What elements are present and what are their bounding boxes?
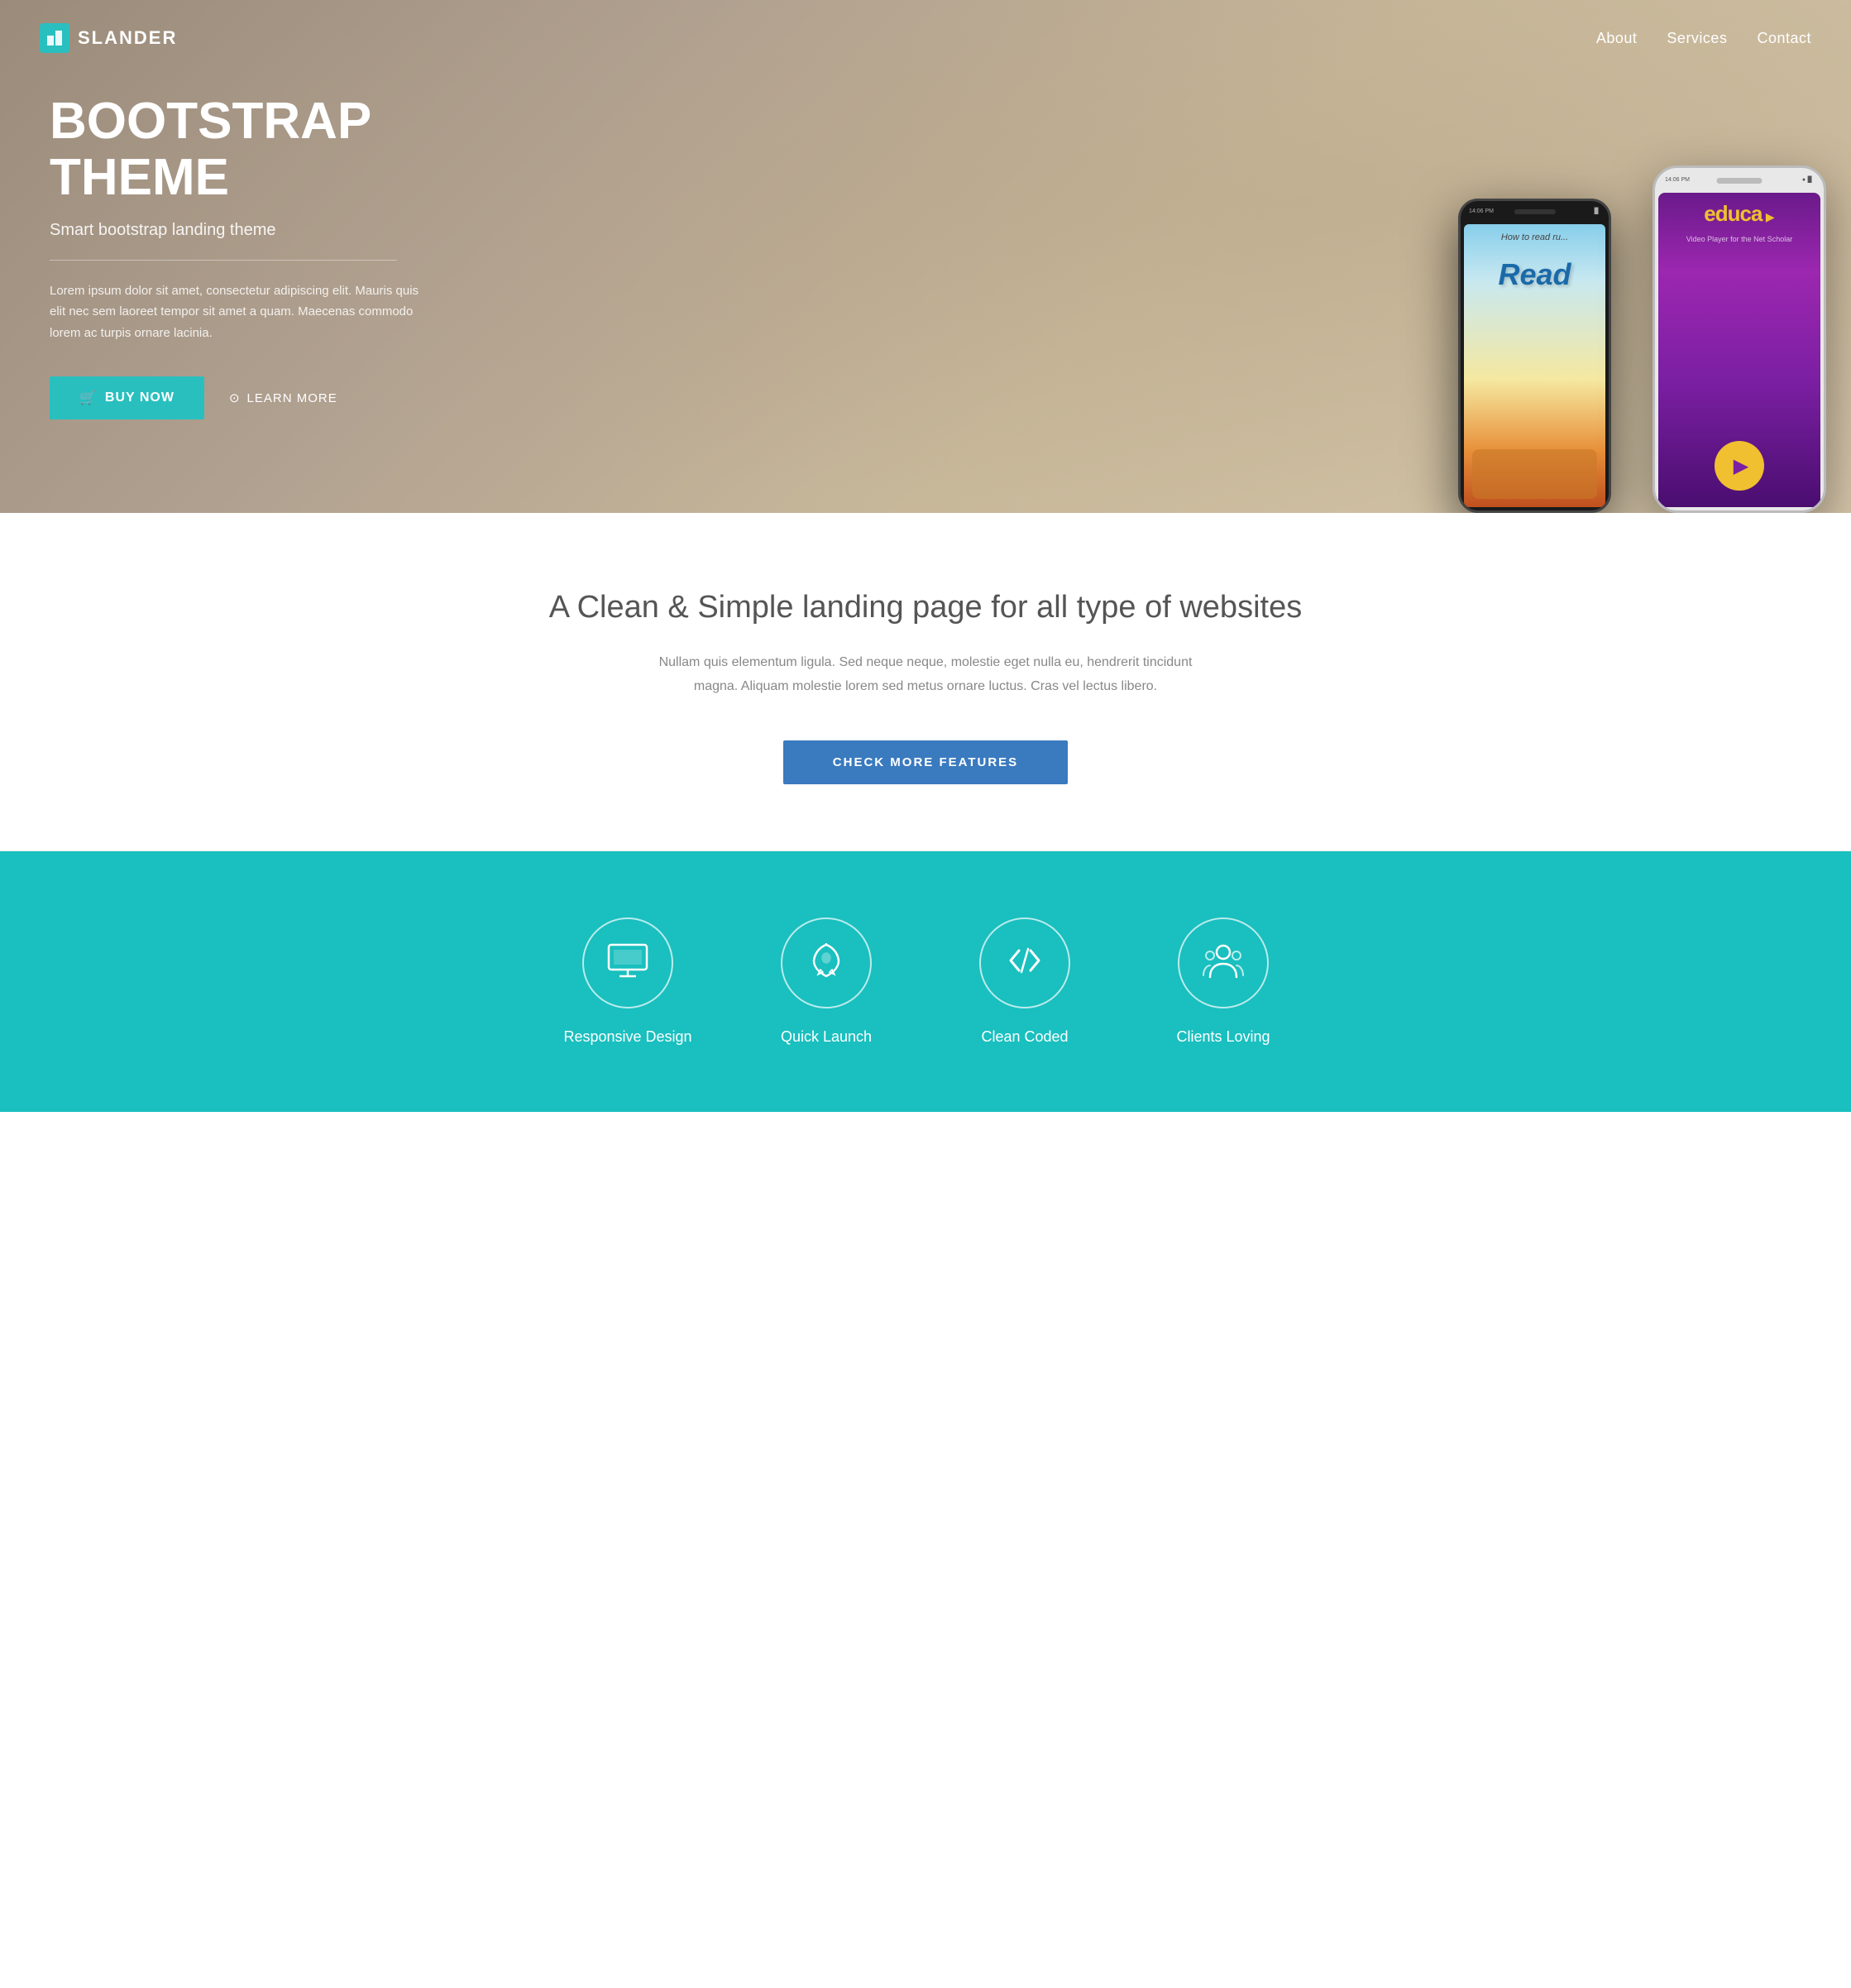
features-section: Responsive Design Quick Launch (0, 851, 1851, 1112)
phone-black-app-text: How to read ru... (1464, 224, 1605, 249)
monitor-icon (607, 943, 648, 982)
read-app-title: Read (1464, 257, 1605, 292)
feature-clients: Clients Loving (1149, 917, 1298, 1046)
hero-subtitle: Smart bootstrap landing theme (50, 221, 430, 240)
educa-play-button: ▶ (1715, 441, 1764, 491)
features-grid: Responsive Design Quick Launch (33, 917, 1818, 1046)
hero-description: Lorem ipsum dolor sit amet, consectetur … (50, 280, 430, 344)
learn-more-button[interactable]: ⊙ LEARN MORE (229, 390, 337, 405)
rocket-icon (807, 941, 845, 984)
nav-links: About Services Contact (1596, 30, 1811, 47)
feature-launch-label: Quick Launch (781, 1028, 872, 1046)
phone-white-screen: educa ▶ Video Player for the Net Scholar… (1658, 193, 1820, 507)
feature-responsive: Responsive Design (553, 917, 702, 1046)
phone-white-statusbar: 14:06 PM ●▐▌ (1665, 174, 1814, 185)
hero-title: BOOTSTRAP THEME (50, 93, 430, 206)
circle-info-icon: ⊙ (229, 390, 241, 405)
nav-link-services[interactable]: Services (1667, 30, 1727, 46)
phone-mockups: 14:06 PM ▐▌ How to read ru... Read 14:06… (1371, 0, 1851, 513)
hero-buttons: 🛒 BUY NOW ⊙ LEARN MORE (50, 376, 430, 419)
hero-divider (50, 260, 397, 261)
learn-more-label: LEARN MORE (247, 391, 337, 405)
hero-content: BOOTSTRAP THEME Smart bootstrap landing … (0, 93, 430, 420)
feature-coded-label: Clean Coded (981, 1028, 1068, 1046)
feature-coded: Clean Coded (950, 917, 1099, 1046)
feature-responsive-circle (582, 917, 673, 1008)
code-icon (1004, 944, 1045, 981)
logo[interactable]: SLANDER (40, 23, 177, 53)
middle-description: Nullam quis elementum ligula. Sed neque … (636, 651, 1215, 699)
buy-now-label: BUY NOW (105, 390, 175, 405)
middle-section: A Clean & Simple landing page for all ty… (0, 513, 1851, 851)
logo-icon (40, 23, 69, 53)
feature-responsive-label: Responsive Design (563, 1028, 691, 1046)
buy-now-button[interactable]: 🛒 BUY NOW (50, 376, 204, 419)
navigation: SLANDER About Services Contact (0, 0, 1851, 76)
phone-black: 14:06 PM ▐▌ How to read ru... Read (1458, 199, 1611, 513)
feature-clients-circle (1178, 917, 1269, 1008)
nav-link-about[interactable]: About (1596, 30, 1638, 46)
feature-launch-circle (781, 917, 872, 1008)
cart-icon: 🛒 (79, 390, 97, 406)
nav-link-contact[interactable]: Contact (1757, 30, 1811, 46)
phone-white: 14:06 PM ●▐▌ educa ▶ Video Player for th… (1653, 165, 1826, 513)
feature-clients-label: Clients Loving (1176, 1028, 1270, 1046)
middle-title: A Clean & Simple landing page for all ty… (33, 587, 1818, 628)
educa-app-logo: educa ▶ (1658, 193, 1820, 235)
phone-black-app-element (1472, 449, 1597, 499)
phone-black-statusbar: 14:06 PM ▐▌ (1469, 205, 1600, 217)
hero-section: BOOTSTRAP THEME Smart bootstrap landing … (0, 0, 1851, 513)
educa-app-tagline: Video Player for the Net Scholar (1658, 235, 1820, 243)
feature-coded-circle (979, 917, 1070, 1008)
check-features-button[interactable]: CHECK MORE FEATURES (783, 740, 1068, 784)
feature-launch: Quick Launch (752, 917, 901, 1046)
phone-black-screen: How to read ru... Read (1464, 224, 1605, 507)
users-icon (1202, 942, 1245, 983)
logo-text: SLANDER (78, 27, 177, 49)
